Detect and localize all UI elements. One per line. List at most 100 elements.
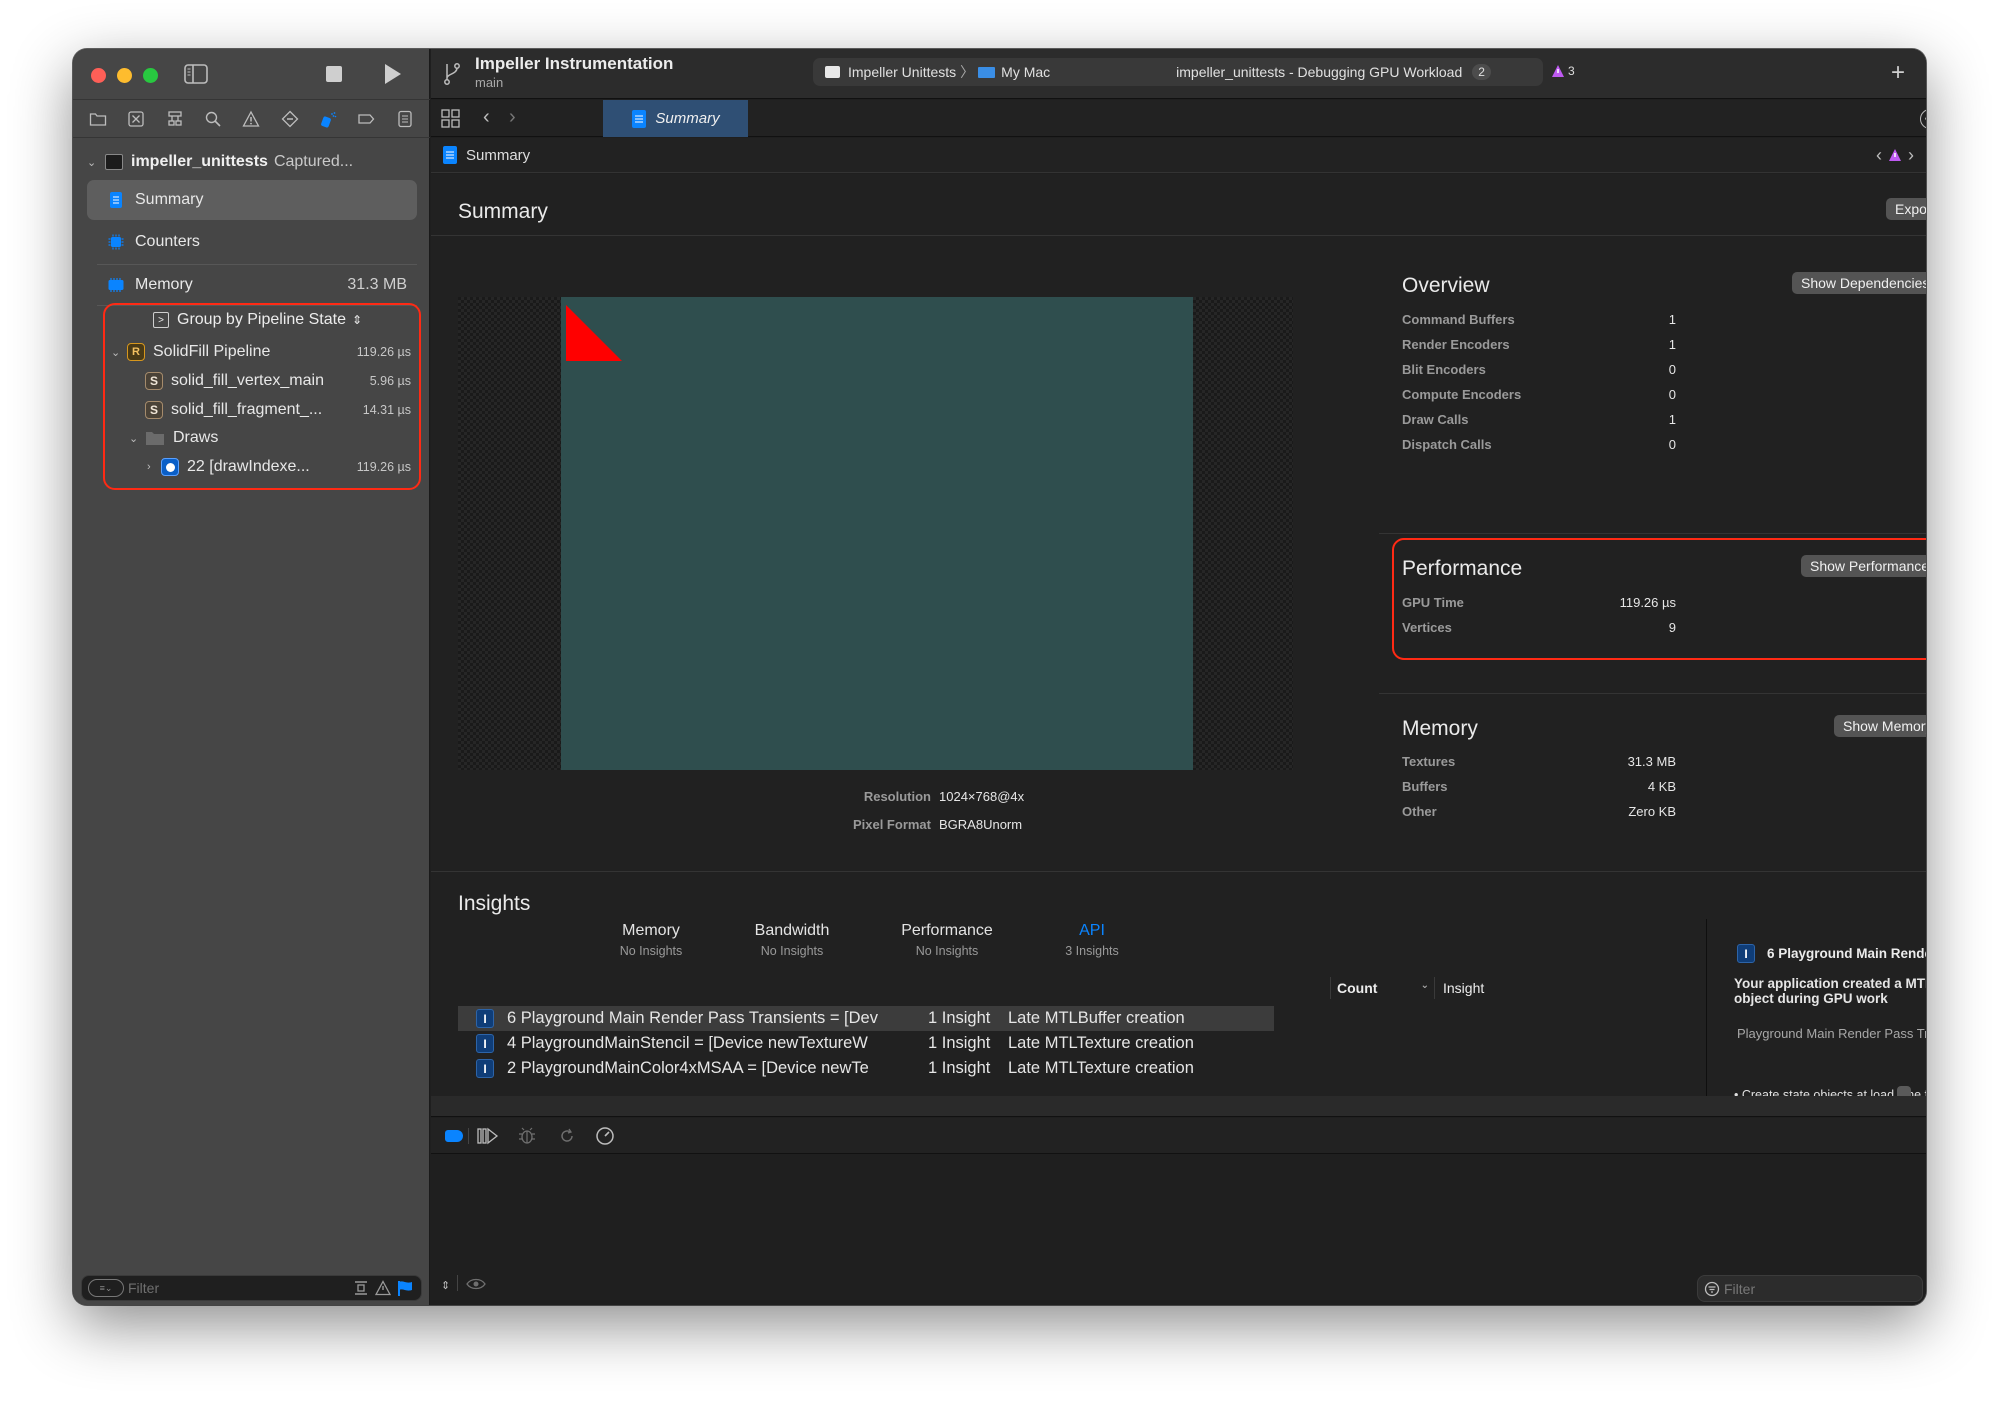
close-window-button[interactable]	[91, 68, 106, 83]
eye-icon[interactable]	[466, 1277, 486, 1291]
jump-bar: Summary ‹ ›	[431, 138, 1926, 173]
breadcrumb-separator-icon: 〉	[960, 64, 975, 80]
insight-row[interactable]: I 6 Playground Main Render Pass Transient…	[458, 1006, 1274, 1031]
pipeline-row[interactable]: ⌄ R SolidFill Pipeline 119.26 µs	[111, 338, 411, 366]
insight-row[interactable]: I 2 PlaygroundMainColor4xMSAA = [Device n…	[458, 1056, 1274, 1081]
shader-row[interactable]: S solid_fill_vertex_main 5.96 µs	[145, 367, 411, 395]
insight-object-name[interactable]: Playground Main Render Pass Transients	[1737, 1026, 1926, 1041]
show-performance-button[interactable]: Show Performance	[1801, 555, 1926, 577]
group-by-selector[interactable]: > Group by Pipeline State ⇕	[153, 311, 362, 329]
insight-count: 1 Insight	[928, 1009, 991, 1027]
next-issue-chevron-icon[interactable]: ›	[1908, 145, 1914, 166]
insights-tab-label: Performance	[901, 922, 993, 939]
filter-options-icon[interactable]: ≡⌄	[88, 1279, 124, 1297]
insight-object-name: 6 Playground Main Render Pass Transients…	[507, 1009, 878, 1027]
sidebar-item-memory[interactable]: Memory 31.3 MB	[87, 265, 417, 305]
symbol-navigator-tab[interactable]	[165, 109, 185, 129]
performance-title: Performance	[1402, 557, 1523, 580]
sidebar-item-summary[interactable]: Summary	[87, 180, 417, 220]
add-tab-button[interactable]: +	[1891, 59, 1905, 87]
zoom-window-button[interactable]	[143, 68, 158, 83]
destination-selector[interactable]: My Mac	[978, 64, 1050, 80]
insights-tab-api[interactable]: API 3 Insights	[1022, 922, 1162, 958]
counters-chip-icon	[108, 234, 124, 250]
stop-button[interactable]	[326, 66, 342, 82]
stat-label: Draw Calls	[1402, 412, 1469, 427]
memory-total-value: 31.3 MB	[347, 276, 407, 293]
sidebar-item-counters[interactable]: Counters	[87, 222, 417, 262]
disclosure-chevron-down-icon[interactable]: ⌄	[111, 346, 123, 359]
insights-tab-count: No Insights	[619, 944, 683, 958]
insight-row[interactable]: I 4 PlaygroundMainStencil = [Device newTe…	[458, 1031, 1274, 1056]
column-divider	[1434, 977, 1435, 999]
insights-tab-count: No Insights	[760, 944, 824, 958]
disclosure-chevron-right-icon[interactable]: ›	[147, 461, 159, 473]
insights-tab-label: Bandwidth	[754, 922, 830, 939]
project-navigator-tab[interactable]	[88, 109, 108, 129]
disclosure-chevron-down-icon[interactable]: ⌄	[129, 432, 141, 445]
count-column-header[interactable]: Count ⌄	[1337, 980, 1429, 996]
horizontal-scrollbar[interactable]	[431, 1096, 1926, 1117]
show-dependencies-button[interactable]: Show Dependencies	[1792, 272, 1926, 294]
tab-label: Summary	[655, 110, 720, 127]
show-memory-button[interactable]: Show Memory	[1834, 715, 1926, 737]
stat-value: Zero KB	[1628, 804, 1676, 819]
sidebar-item-label: Counters	[135, 233, 200, 250]
project-title: Impeller Instrumentation	[475, 54, 674, 73]
capture-root-row[interactable]: ⌄ impeller_unittests Captured...	[87, 153, 353, 171]
export-button[interactable]: Export	[1886, 198, 1926, 220]
main-area: Impeller Instrumentation main Impeller U…	[431, 49, 1926, 1305]
source-control-navigator-tab[interactable]	[126, 109, 146, 129]
hierarchy-filter-icon[interactable]	[353, 1280, 369, 1296]
test-navigator-tab[interactable]	[280, 109, 300, 129]
debug-bug-icon[interactable]	[517, 1127, 537, 1145]
split-divider[interactable]	[1706, 919, 1707, 1096]
insights-tab-performance[interactable]: Performance No Insights	[877, 922, 1017, 958]
console-filter-field[interactable]: Filter	[1697, 1275, 1923, 1302]
insight-description: Late MTLBuffer creation	[1008, 1009, 1185, 1027]
shader-row[interactable]: S solid_fill_fragment_... 14.31 µs	[145, 396, 411, 424]
insight-headline: Your application created a MTLBuffer obj…	[1734, 976, 1926, 1006]
pipeline-label: SolidFill Pipeline	[153, 343, 271, 360]
navigator-sidebar: ⌄ impeller_unittests Captured... Summary…	[73, 49, 430, 1305]
report-icon	[398, 110, 412, 127]
reload-icon[interactable]	[558, 1127, 576, 1145]
jump-bar-item[interactable]: Summary	[466, 147, 530, 164]
stat-label: Buffers	[1402, 779, 1448, 794]
issue-navigator-tab[interactable]	[241, 109, 261, 129]
breakpoint-navigator-tab[interactable]	[356, 109, 376, 129]
continue-button[interactable]	[477, 1127, 499, 1145]
attachment-preview[interactable]	[458, 297, 1293, 770]
variable-view-selector-icon[interactable]: ⇕	[441, 1279, 450, 1292]
disclosure-chevron-down-icon[interactable]: ⌄	[87, 156, 99, 169]
minimize-window-button[interactable]	[117, 68, 132, 83]
draws-folder-row[interactable]: ⌄ Draws	[129, 424, 411, 452]
performance-gauge-icon[interactable]	[595, 1126, 615, 1146]
warning-filter-icon[interactable]	[375, 1280, 391, 1296]
report-navigator-tab[interactable]	[395, 109, 415, 129]
memory-title: Memory	[1402, 717, 1478, 740]
find-navigator-tab[interactable]	[203, 109, 223, 129]
back-chevron-icon[interactable]: ‹	[483, 106, 490, 129]
insights-tab-memory[interactable]: Memory No Insights	[581, 922, 721, 958]
debug-navigator-tab[interactable]	[318, 109, 338, 129]
breakpoints-toggle-button[interactable]	[445, 1130, 463, 1142]
run-button[interactable]	[384, 63, 402, 90]
flag-filter-icon[interactable]	[397, 1280, 413, 1296]
activity-count-badge[interactable]: 2	[1472, 64, 1491, 80]
forward-chevron-icon[interactable]: ›	[509, 106, 516, 129]
related-items-grid-icon[interactable]	[441, 109, 460, 128]
insights-title: Insights	[458, 892, 531, 915]
insight-column-header[interactable]: Insight	[1443, 980, 1484, 996]
toggle-navigator-button[interactable]	[184, 64, 208, 89]
previous-issue-chevron-icon[interactable]: ‹	[1876, 145, 1882, 166]
tab-summary[interactable]: Summary	[603, 100, 748, 137]
issue-warning-purple-icon[interactable]	[1888, 148, 1902, 162]
warnings-indicator[interactable]: 3	[1551, 64, 1575, 78]
navigator-filter-field[interactable]: ≡⌄ Filter	[81, 1275, 422, 1301]
more-options-icon[interactable]: •••	[1920, 109, 1926, 129]
shader-badge-icon: S	[145, 372, 163, 390]
scheme-selector[interactable]: Impeller Unittests	[825, 64, 956, 80]
insights-tab-bandwidth[interactable]: Bandwidth No Insights	[722, 922, 862, 958]
draw-call-row[interactable]: › 22 [drawIndexe... 119.26 µs	[147, 453, 411, 481]
